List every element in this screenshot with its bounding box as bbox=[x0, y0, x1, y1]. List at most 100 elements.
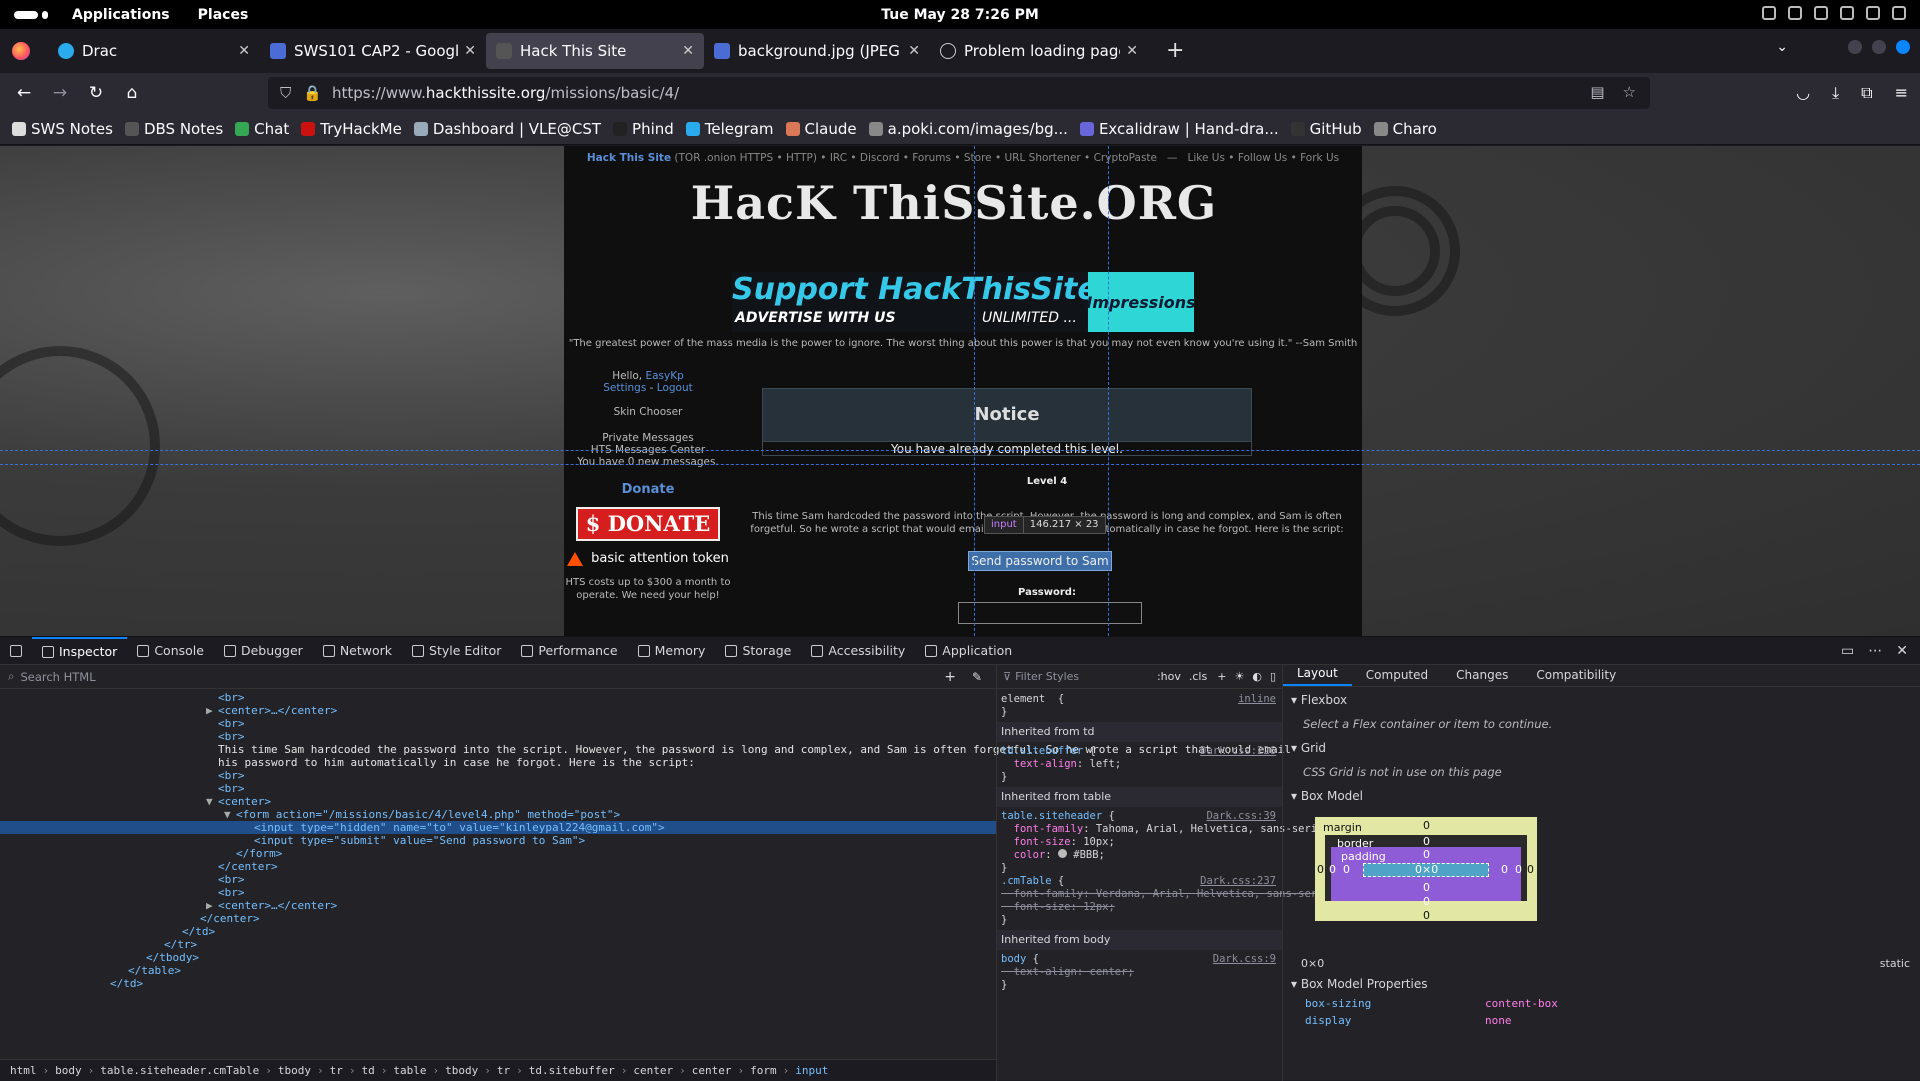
bookmark-item[interactable]: Phind bbox=[613, 120, 674, 138]
dock-icon[interactable]: ▭ bbox=[1841, 643, 1854, 659]
tab-sws101[interactable]: SWS101 CAP2 - Google D ✕ bbox=[260, 33, 486, 69]
tab-list-icon[interactable]: ⌄ bbox=[1776, 39, 1788, 55]
close-icon[interactable]: ✕ bbox=[464, 43, 476, 59]
close-icon[interactable]: ✕ bbox=[1126, 43, 1138, 59]
screenshot-icon[interactable] bbox=[1814, 6, 1828, 20]
volume-muted-icon[interactable] bbox=[1866, 6, 1880, 20]
flexbox-section[interactable]: ▾ Flexbox bbox=[1283, 687, 1920, 713]
expand-toggle-icon[interactable]: ▶ bbox=[206, 704, 213, 717]
markup-node[interactable]: </td> bbox=[0, 977, 996, 990]
markup-node[interactable]: </td> bbox=[0, 925, 996, 938]
bookmark-item[interactable]: a.poki.com/images/bg... bbox=[868, 120, 1068, 138]
site-links-paren[interactable]: (TOR .onion HTTPS • HTTP) bbox=[674, 152, 817, 164]
url-bar[interactable]: ⛉ 🔒 https://www. hackthissite.org/mission… bbox=[268, 77, 1650, 109]
menu-icon[interactable]: ≡ bbox=[1895, 83, 1908, 103]
prop-name[interactable]: font-family bbox=[1014, 823, 1084, 835]
bookmark-item[interactable]: Excalidraw | Hand-dra... bbox=[1079, 120, 1279, 138]
breadcrumb-item[interactable]: td.sitebuffer bbox=[529, 1064, 615, 1077]
td-sitebuffer-selector[interactable]: td.sitebuffer bbox=[1001, 745, 1083, 757]
breadcrumb-item[interactable]: td bbox=[361, 1064, 374, 1077]
dark-mode-icon[interactable]: ◐ bbox=[1252, 670, 1262, 683]
hov-toggle[interactable]: :hov bbox=[1157, 670, 1181, 683]
cmtable-selector[interactable]: .cmTable bbox=[1001, 875, 1052, 887]
bookmark-star-icon[interactable]: ☆ bbox=[1623, 83, 1636, 101]
breadcrumb-item[interactable]: form bbox=[750, 1064, 777, 1077]
settings-link[interactable]: Settings bbox=[603, 382, 646, 394]
content-size[interactable]: 0×0 bbox=[1415, 863, 1438, 876]
box-model-property[interactable]: box-sizing content-box bbox=[1283, 995, 1920, 1012]
new-tab-button[interactable]: + bbox=[1166, 38, 1184, 63]
private-messages-link[interactable]: Private Messages bbox=[564, 432, 732, 444]
layout-tab-changes[interactable]: Changes bbox=[1442, 668, 1522, 686]
extensions-icon[interactable]: ⧉ bbox=[1861, 83, 1872, 103]
ad-banner[interactable]: Support HackThisSite ADVERTISE WITH US U… bbox=[732, 272, 1196, 332]
markup-node[interactable]: <br> bbox=[0, 769, 996, 782]
box-model-properties-section[interactable]: ▾ Box Model Properties bbox=[1283, 971, 1435, 997]
border-bottom-value[interactable]: 0 bbox=[1423, 895, 1430, 908]
hts-logo[interactable]: HacK ThiSSite.ORG bbox=[654, 176, 1254, 236]
close-devtools-icon[interactable]: ✕ bbox=[1896, 643, 1908, 659]
site-brand-link[interactable]: Hack This Site bbox=[587, 152, 671, 164]
markup-node[interactable]: <br> bbox=[0, 730, 996, 743]
body-selector[interactable]: body bbox=[1001, 953, 1026, 965]
bookmark-item[interactable]: GitHub bbox=[1290, 120, 1362, 138]
minimize-button[interactable] bbox=[1848, 40, 1862, 54]
breadcrumb-item[interactable]: tbody bbox=[278, 1064, 311, 1077]
light-mode-icon[interactable]: ☀ bbox=[1234, 670, 1244, 683]
margin-right-value[interactable]: 0 bbox=[1527, 863, 1534, 876]
print-media-icon[interactable]: ▯ bbox=[1270, 670, 1276, 683]
markup-node[interactable]: his password to him automatically in cas… bbox=[0, 756, 996, 769]
bookmark-item[interactable]: Chat bbox=[235, 120, 289, 138]
layout-tab-compatibility[interactable]: Compatibility bbox=[1522, 668, 1630, 686]
send-password-button[interactable]: Send password to Sam bbox=[968, 551, 1112, 571]
bookmark-item[interactable]: Claude bbox=[785, 120, 857, 138]
border-left-value[interactable]: 0 bbox=[1329, 863, 1336, 876]
reload-icon[interactable]: ↻ bbox=[78, 83, 114, 103]
devtools-tab-inspector[interactable]: Inspector bbox=[32, 636, 128, 665]
eyedropper-icon[interactable]: ✎ bbox=[972, 670, 982, 684]
padding-right-value[interactable]: 0 bbox=[1501, 863, 1508, 876]
margin-left-value[interactable]: 0 bbox=[1317, 863, 1324, 876]
expand-toggle-icon[interactable]: ▼ bbox=[224, 808, 231, 821]
overridden-prop[interactable]: font-size: 12px; bbox=[1014, 901, 1115, 913]
skin-chooser[interactable]: Skin Chooser bbox=[564, 406, 732, 418]
activities-button[interactable] bbox=[14, 10, 58, 19]
site-links[interactable]: • IRC • Discord • Forums • Store • URL S… bbox=[820, 152, 1157, 164]
cls-toggle[interactable]: .cls bbox=[1189, 670, 1207, 683]
element-picker-icon[interactable] bbox=[0, 637, 32, 665]
breadcrumb-item[interactable]: table bbox=[393, 1064, 426, 1077]
layout-tab-layout[interactable]: Layout bbox=[1283, 666, 1352, 686]
markup-node[interactable]: <input type="submit" value="Send passwor… bbox=[0, 834, 996, 847]
bluetooth-icon-2[interactable] bbox=[1788, 6, 1802, 20]
prop-value[interactable]: #BBB; bbox=[1073, 849, 1105, 861]
close-icon[interactable]: ✕ bbox=[238, 43, 250, 59]
download-icon[interactable]: ⤓ bbox=[1832, 83, 1839, 103]
add-rule-icon[interactable]: + bbox=[1217, 670, 1226, 683]
display-icon[interactable] bbox=[1840, 6, 1854, 20]
breadcrumb-item[interactable]: center bbox=[633, 1064, 673, 1077]
username-link[interactable]: EasyKp bbox=[645, 370, 683, 382]
color-swatch[interactable] bbox=[1057, 849, 1067, 858]
margin-bottom-value[interactable]: 0 bbox=[1423, 909, 1430, 922]
markup-node[interactable]: This time Sam hardcoded the password int… bbox=[0, 743, 1291, 756]
markup-node[interactable]: ▶ <center>…</center> bbox=[0, 704, 996, 717]
applications-menu[interactable]: Applications bbox=[72, 7, 170, 23]
password-input[interactable] bbox=[958, 602, 1142, 624]
system-tray[interactable] bbox=[1762, 6, 1906, 20]
markup-node[interactable]: <br> bbox=[0, 691, 996, 704]
devtools-tab-debugger[interactable]: Debugger bbox=[214, 637, 313, 665]
close-window-button[interactable] bbox=[1896, 40, 1910, 54]
maximize-button[interactable] bbox=[1872, 40, 1886, 54]
markup-node[interactable]: <br> bbox=[0, 873, 996, 886]
breadcrumb-item[interactable]: center bbox=[692, 1064, 732, 1077]
markup-node[interactable]: ▼ <form action="/missions/basic/4/level4.… bbox=[0, 808, 996, 821]
grid-section[interactable]: ▾ Grid bbox=[1283, 735, 1920, 761]
markup-node[interactable]: <input type="hidden" name="to" value="ki… bbox=[0, 821, 996, 834]
bookmark-item[interactable]: TryHackMe bbox=[301, 120, 402, 138]
bookmark-item[interactable]: Telegram bbox=[685, 120, 774, 138]
donate-heading[interactable]: Donate bbox=[564, 482, 732, 497]
pocket-icon[interactable]: ◡ bbox=[1796, 83, 1810, 103]
search-html-input[interactable]: ⌕ Search HTML + ✎ bbox=[0, 665, 996, 689]
prop-name[interactable]: color bbox=[1014, 849, 1046, 861]
devtools-tab-performance[interactable]: Performance bbox=[511, 637, 627, 665]
